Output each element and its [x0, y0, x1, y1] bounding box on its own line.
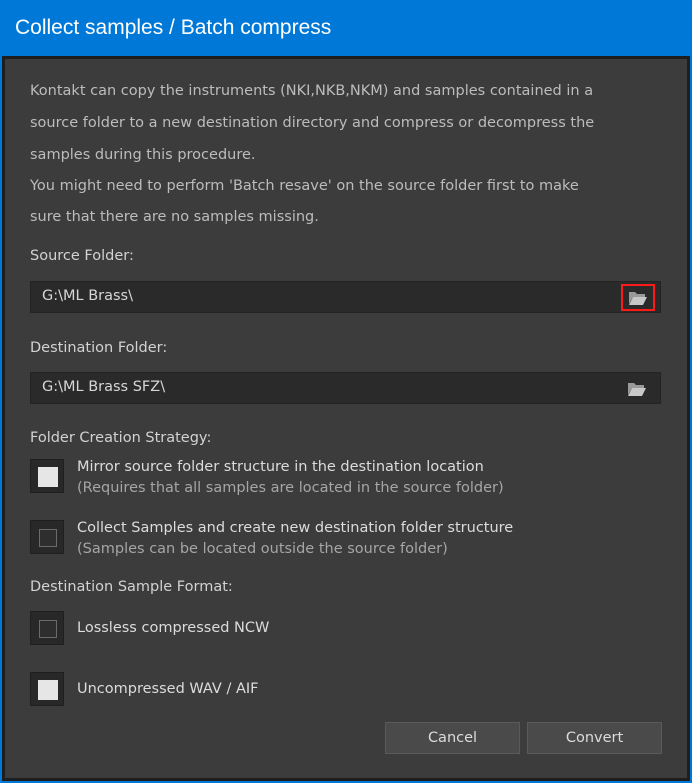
- checkbox-mark: [38, 467, 58, 487]
- option-sublabel: (Requires that all samples are located i…: [77, 480, 504, 496]
- dialog-window: Collect samples / Batch compress Kontakt…: [0, 0, 692, 783]
- collect-checkbox[interactable]: [30, 520, 64, 554]
- description-line: source folder to a new destination direc…: [30, 115, 595, 131]
- source-browse-button[interactable]: [621, 284, 655, 311]
- sample-format-label: Destination Sample Format:: [30, 579, 233, 595]
- source-folder-label: Source Folder:: [30, 248, 134, 264]
- folder-open-icon: [628, 383, 646, 396]
- window-title: Collect samples / Batch compress: [0, 0, 692, 56]
- option-label: Lossless compressed NCW: [77, 620, 270, 636]
- cancel-button[interactable]: Cancel: [385, 722, 520, 754]
- option-sublabel: (Samples can be located outside the sour…: [77, 541, 448, 557]
- description-line: Kontakt can copy the instruments (NKI,NK…: [30, 83, 594, 99]
- option-label: Uncompressed WAV / AIF: [77, 681, 259, 697]
- source-folder-value: G:\ML Brass\: [42, 288, 133, 304]
- destination-folder-value: G:\ML Brass SFZ\: [42, 379, 166, 395]
- dialog-client: Kontakt can copy the instruments (NKI,NK…: [2, 56, 690, 781]
- folder-strategy-label: Folder Creation Strategy:: [30, 430, 212, 446]
- option-label: Mirror source folder structure in the de…: [77, 459, 484, 475]
- destination-folder-label: Destination Folder:: [30, 340, 168, 356]
- description-line: samples during this procedure.: [30, 147, 256, 163]
- ncw-checkbox[interactable]: [30, 611, 64, 645]
- folder-open-icon: [629, 291, 647, 305]
- checkbox-mark: [38, 680, 58, 700]
- checkbox-mark: [39, 620, 57, 638]
- convert-button[interactable]: Convert: [527, 722, 662, 754]
- wav-checkbox[interactable]: [30, 672, 64, 706]
- source-folder-field[interactable]: G:\ML Brass\: [30, 281, 661, 313]
- mirror-checkbox[interactable]: [30, 459, 64, 493]
- description-line: You might need to perform 'Batch resave'…: [30, 178, 579, 194]
- destination-folder-field[interactable]: G:\ML Brass SFZ\: [30, 372, 661, 404]
- checkbox-mark: [39, 529, 57, 547]
- destination-browse-button[interactable]: [621, 377, 653, 401]
- description-line: sure that there are no samples missing.: [30, 209, 319, 225]
- dialog-panel: Kontakt can copy the instruments (NKI,NK…: [5, 59, 687, 778]
- option-label: Collect Samples and create new destinati…: [77, 520, 514, 536]
